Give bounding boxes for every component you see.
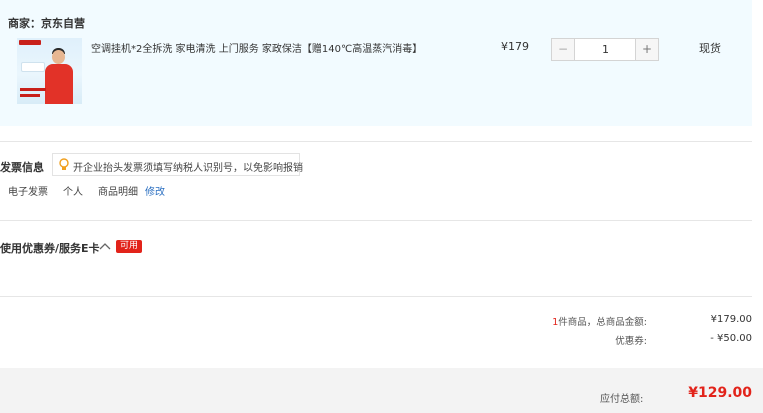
shop-label: 商家：京东自营 — [8, 17, 85, 30]
coupon-available-badge: 可用 — [116, 240, 143, 253]
quantity-input[interactable]: 1 — [575, 39, 636, 60]
lightbulb-icon — [59, 158, 69, 170]
product-thumbnail[interactable] — [17, 38, 82, 104]
person-body-graphic — [45, 64, 73, 104]
payable-total: ¥129.00 — [688, 385, 752, 401]
goods-total-label: 1件商品，总商品金额: — [552, 314, 647, 328]
air-conditioner-graphic — [21, 62, 45, 72]
person-head-graphic — [52, 50, 65, 64]
quantity-stepper: − 1 + — [551, 38, 659, 61]
cart-item-section — [0, 0, 752, 126]
invoice-content: 商品明细 — [98, 187, 138, 198]
unit-price: ¥179 — [501, 40, 529, 53]
chevron-up-icon[interactable] — [99, 242, 111, 250]
brand-logo-mark — [19, 40, 41, 45]
invoice-holder: 个人 — [63, 187, 83, 198]
section-divider — [0, 220, 752, 221]
banner-stripe — [20, 88, 46, 91]
increase-quantity-button[interactable]: + — [635, 39, 658, 60]
decrease-quantity-button[interactable]: − — [552, 39, 575, 60]
goods-total-value: ¥179.00 — [710, 314, 752, 325]
item-count-suffix: 件商品，总商品金额: — [558, 317, 647, 328]
payable-footer — [0, 368, 763, 413]
invoice-edit-link[interactable]: 修改 — [145, 183, 165, 198]
section-divider — [0, 296, 752, 297]
payable-label: 应付总额: — [600, 394, 644, 405]
coupon-discount-value: - ¥50.00 — [710, 333, 752, 344]
coupon-section-toggle[interactable]: 使用优惠券/服务E卡 — [0, 240, 100, 256]
banner-stripe — [20, 94, 40, 97]
invoice-tip-text: 开企业抬头发票须填写纳税人识别号，以免影响报销 — [73, 163, 303, 174]
invoice-section-title: 发票信息 — [0, 161, 44, 174]
coupon-discount-label: 优惠券: — [615, 336, 647, 347]
section-divider — [0, 141, 752, 142]
product-title-link[interactable]: 空调挂机*2全拆洗 家电清洗 上门服务 家政保洁【赠140℃高温蒸汽消毒】 — [91, 40, 422, 55]
stock-status: 现货 — [699, 42, 721, 55]
invoice-type: 电子发票 — [8, 187, 48, 198]
invoice-tip: 开企业抬头发票须填写纳税人识别号，以免影响报销 — [52, 153, 303, 176]
